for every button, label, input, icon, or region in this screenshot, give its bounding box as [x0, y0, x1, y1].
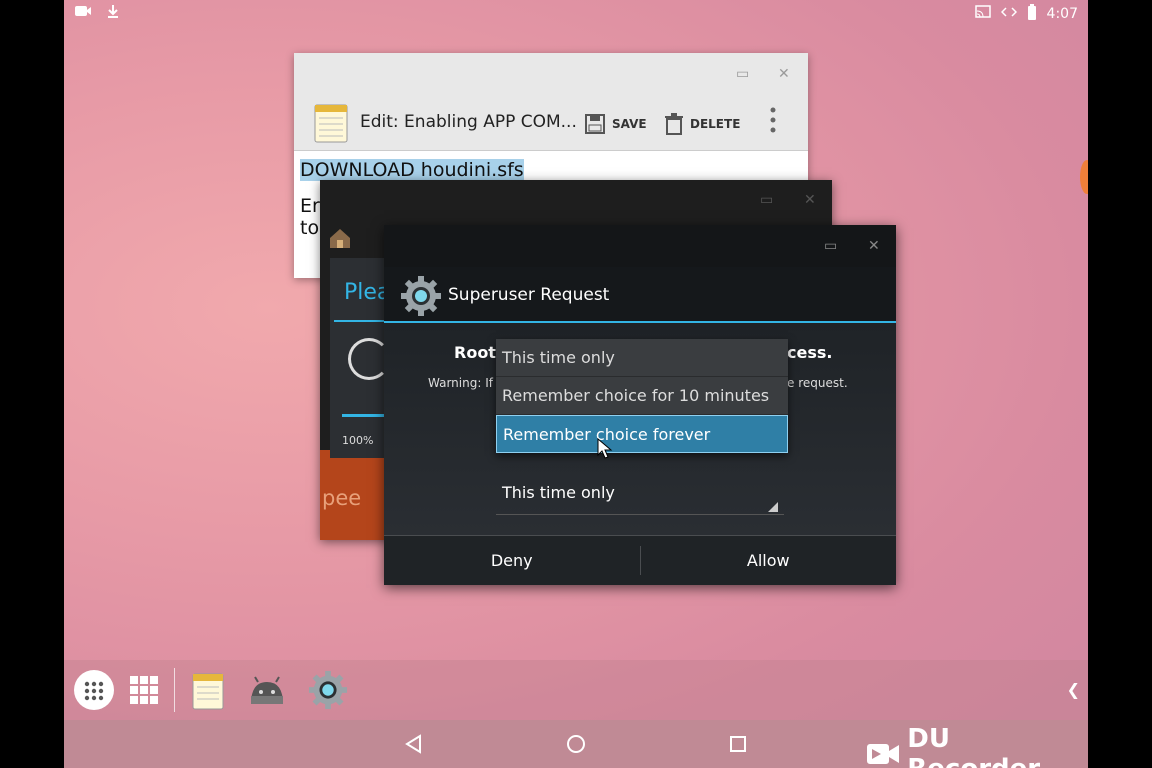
root-message: Root	[454, 343, 496, 362]
deny-button[interactable]: Deny	[384, 536, 640, 585]
back-icon[interactable]	[404, 734, 424, 758]
root-message-end: cess.	[787, 343, 833, 362]
save-label: SAVE	[612, 117, 647, 131]
close-icon[interactable]: ✕	[868, 238, 880, 254]
recents-icon[interactable]	[728, 734, 748, 758]
window-titlebar[interactable]: ▭ ✕	[294, 53, 808, 95]
duration-spinner[interactable]: This time only	[496, 475, 784, 515]
maximize-icon[interactable]: ▭	[824, 238, 837, 254]
dropdown-option-selected[interactable]: Remember choice forever	[496, 415, 788, 453]
duration-dropdown: This time only Remember choice for 10 mi…	[496, 339, 788, 453]
clock: 4:07	[1046, 6, 1078, 22]
app-drawer-icon[interactable]	[74, 670, 114, 714]
data-sync-icon	[1000, 5, 1017, 23]
window-titlebar[interactable]: ▭ ✕	[384, 225, 896, 267]
dropdown-option[interactable]: Remember choice for 10 minutes	[496, 377, 788, 415]
maximize-icon[interactable]: ▭	[760, 192, 773, 208]
mouse-cursor-icon	[597, 437, 613, 464]
video-icon	[74, 4, 92, 22]
taskbar-divider	[174, 668, 175, 712]
warning-text-end: e request.	[787, 376, 848, 390]
save-button[interactable]: SAVE	[584, 113, 647, 135]
selected-text: DOWNLOAD houdini.sfs	[300, 159, 524, 181]
chevron-left-icon[interactable]: ❮	[1067, 680, 1080, 699]
home-app-icon	[328, 226, 352, 254]
note-title: Edit: Enabling APP COM...	[360, 112, 577, 132]
du-recorder-icon	[867, 744, 899, 764]
status-bar: 4:07	[64, 0, 1088, 24]
progress-percent: 100%	[342, 434, 374, 447]
close-icon[interactable]: ✕	[804, 192, 816, 208]
taskbar: ❮	[64, 660, 1088, 720]
notes-action-bar: Edit: Enabling APP COM... SAVE DELETE	[294, 95, 808, 151]
superuser-app-icon[interactable]	[308, 670, 348, 714]
dropdown-option[interactable]: This time only	[496, 339, 788, 377]
cast-icon	[974, 5, 991, 23]
spinner-arrow-icon	[768, 502, 778, 512]
download-icon	[106, 4, 120, 22]
allow-button[interactable]: Allow	[641, 536, 897, 585]
superuser-gear-icon	[400, 275, 442, 321]
dialog-title: Superuser Request	[448, 285, 610, 305]
battery-icon	[1027, 4, 1037, 24]
notes-app-icon[interactable]	[192, 672, 224, 714]
save-icon	[585, 114, 605, 134]
more-vert-icon	[770, 107, 776, 133]
delete-button[interactable]: DELETE	[664, 113, 740, 135]
recorder-watermark: DU Recorder	[866, 724, 1088, 768]
footer-text: pee	[322, 486, 362, 510]
warning-text: Warning: If	[428, 376, 493, 390]
delete-label: DELETE	[690, 117, 741, 131]
spinner-value: This time only	[502, 483, 615, 502]
maximize-icon[interactable]: ▭	[736, 66, 749, 82]
notepad-icon	[314, 103, 348, 147]
overflow-menu-button[interactable]	[770, 107, 776, 133]
floating-recorder-bubble[interactable]	[1080, 160, 1088, 194]
desktop: 4:07 ▭ ✕ Edit: Enabling APP COM... SAVE …	[64, 0, 1088, 768]
trash-icon	[665, 113, 683, 135]
grid-icon[interactable]	[130, 676, 158, 708]
android-app-icon[interactable]	[248, 676, 286, 710]
dialog-header: Superuser Request	[384, 267, 896, 323]
watermark-text: DU Recorder	[907, 724, 1040, 768]
home-icon[interactable]	[566, 734, 586, 758]
dialog-buttons: Deny Allow	[384, 535, 896, 585]
close-icon[interactable]: ✕	[778, 66, 790, 82]
